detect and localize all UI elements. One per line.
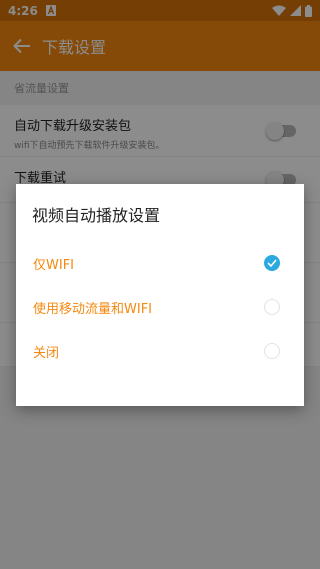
checkmark-icon[interactable] <box>264 255 280 271</box>
radio-unchecked-icon[interactable] <box>264 299 280 315</box>
option-wifi-only[interactable]: 仅WIFI <box>16 241 304 285</box>
video-autoplay-dialog: 视频自动播放设置 仅WIFI 使用移动流量和WIFI 关闭 <box>16 184 304 406</box>
radio-unchecked-icon[interactable] <box>264 343 280 359</box>
dialog-title: 视频自动播放设置 <box>32 206 161 225</box>
option-mobile-and-wifi[interactable]: 使用移动流量和WIFI <box>16 285 304 329</box>
option-off[interactable]: 关闭 <box>16 329 304 373</box>
option-label: 关闭 <box>33 345 60 361</box>
option-label: 使用移动流量和WIFI <box>33 301 152 317</box>
option-label: 仅WIFI <box>33 257 74 273</box>
